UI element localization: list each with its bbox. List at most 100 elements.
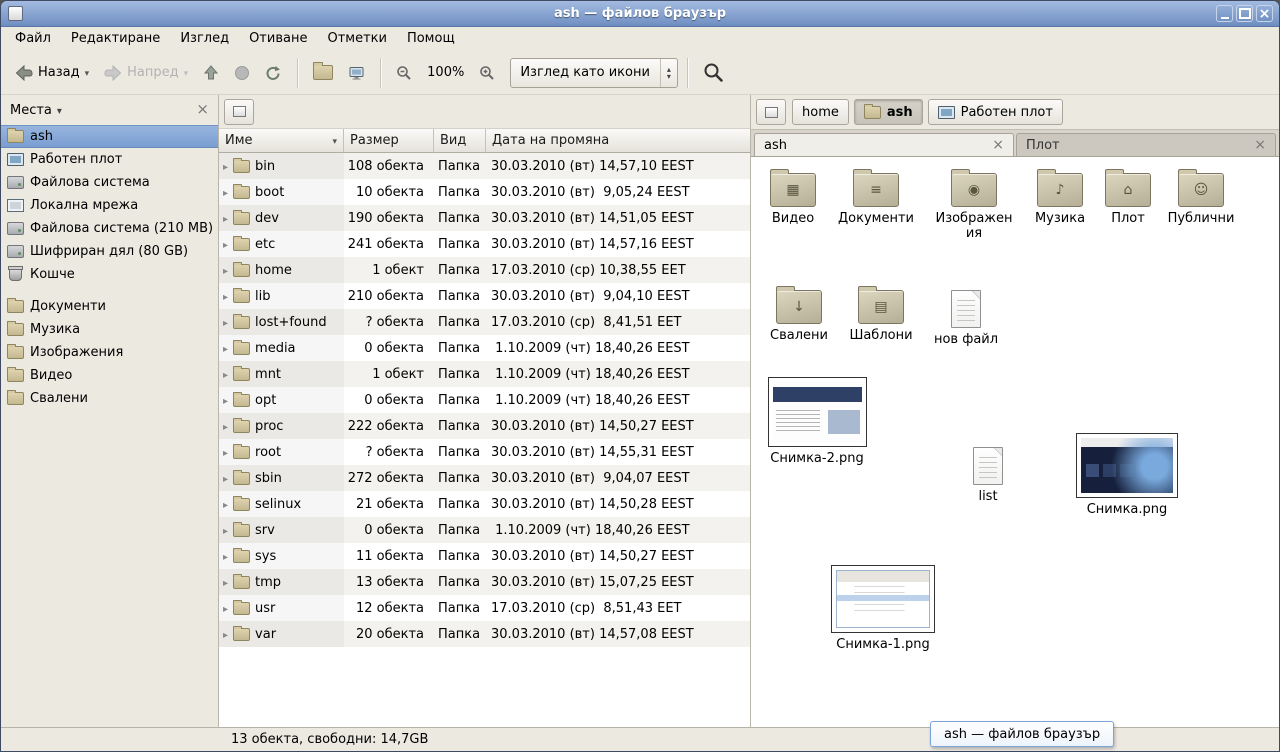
sidebar-item[interactable]: Музика xyxy=(1,318,218,341)
up-button[interactable] xyxy=(197,60,225,86)
table-row[interactable]: opt 0 обекта Папка 1.10.2009 (чт) 18,40,… xyxy=(219,387,750,413)
sidebar-item[interactable]: Локална мрежа xyxy=(1,194,218,217)
search-button[interactable] xyxy=(697,57,730,88)
sidebar-item[interactable]: Файлова система xyxy=(1,171,218,194)
icon-view-item[interactable]: ⌂ Плот xyxy=(1087,173,1169,226)
forward-button[interactable]: Напред xyxy=(98,60,194,86)
zoom-in-button[interactable] xyxy=(473,60,501,86)
sidebar-item[interactable]: Шифриран дял (80 GB) xyxy=(1,240,218,263)
reload-button[interactable] xyxy=(259,60,288,86)
table-row[interactable]: root ? обекта Папка 30.03.2010 (вт) 14,5… xyxy=(219,439,750,465)
forward-dropdown-icon[interactable] xyxy=(184,65,189,80)
table-row[interactable]: sys 11 обекта Папка 30.03.2010 (вт) 14,5… xyxy=(219,543,750,569)
table-row[interactable]: etc 241 обекта Папка 30.03.2010 (вт) 14,… xyxy=(219,231,750,257)
column-header-date[interactable]: Дата на промяна xyxy=(486,129,750,153)
tab-close-icon[interactable] xyxy=(992,138,1004,153)
expander-icon[interactable] xyxy=(223,471,228,486)
table-row[interactable]: boot 10 обекта Папка 30.03.2010 (вт) 9,0… xyxy=(219,179,750,205)
table-row[interactable]: lib 210 обекта Папка 30.03.2010 (вт) 9,0… xyxy=(219,283,750,309)
expander-icon[interactable] xyxy=(223,497,228,512)
table-row[interactable]: var 20 обекта Папка 30.03.2010 (вт) 14,5… xyxy=(219,621,750,647)
menu-item[interactable]: Изглед xyxy=(170,27,239,51)
computer-button[interactable] xyxy=(342,60,371,86)
sidebar-item[interactable]: Свалени xyxy=(1,387,218,410)
maximize-button[interactable] xyxy=(1236,5,1253,22)
path-button[interactable]: ash xyxy=(854,99,923,125)
stop-button[interactable] xyxy=(228,60,256,86)
tab-close-icon[interactable] xyxy=(1254,138,1266,153)
icon-view-item[interactable]: ▤ Шаблони xyxy=(840,290,922,343)
titlebar[interactable]: ash — файлов браузър xyxy=(1,1,1279,27)
sidebar-item[interactable]: Документи xyxy=(1,295,218,318)
pane-root-button[interactable] xyxy=(756,99,786,125)
close-button[interactable] xyxy=(1256,5,1273,22)
table-row[interactable]: selinux 21 обекта Папка 30.03.2010 (вт) … xyxy=(219,491,750,517)
icon-view-item[interactable]: ↓ Свалени xyxy=(758,290,840,343)
column-header-size[interactable]: Размер xyxy=(344,129,434,153)
tab[interactable]: Плот xyxy=(1016,133,1276,156)
menu-item[interactable]: Отметки xyxy=(317,27,396,51)
sidebar-item[interactable]: Видео xyxy=(1,364,218,387)
icon-view-item[interactable]: ☺ Публични xyxy=(1160,173,1242,226)
path-button[interactable]: home xyxy=(792,99,849,125)
icon-view-item[interactable]: ≡ Документи xyxy=(835,173,917,226)
table-row[interactable]: media 0 обекта Папка 1.10.2009 (чт) 18,4… xyxy=(219,335,750,361)
expander-icon[interactable] xyxy=(223,289,228,304)
table-row[interactable]: srv 0 обекта Папка 1.10.2009 (чт) 18,40,… xyxy=(219,517,750,543)
icon-view-item[interactable]: Снимка.png xyxy=(1071,433,1183,517)
table-row[interactable]: proc 222 обекта Папка 30.03.2010 (вт) 14… xyxy=(219,413,750,439)
expander-icon[interactable] xyxy=(223,237,228,252)
expander-icon[interactable] xyxy=(223,523,228,538)
sidebar-item[interactable]: Изображения xyxy=(1,341,218,364)
expander-icon[interactable] xyxy=(223,627,228,642)
icon-view-item[interactable]: Снимка-2.png xyxy=(763,377,871,466)
sidebar-item[interactable]: ash xyxy=(1,125,218,148)
icon-view[interactable]: ▦ Видео ≡ Документи ◉ xyxy=(751,157,1279,727)
table-row[interactable]: lost+found ? обекта Папка 17.03.2010 (ср… xyxy=(219,309,750,335)
table-row[interactable]: sbin 272 обекта Папка 30.03.2010 (вт) 9,… xyxy=(219,465,750,491)
expander-icon[interactable] xyxy=(223,549,228,564)
expander-icon[interactable] xyxy=(223,341,228,356)
menu-item[interactable]: Файл xyxy=(5,27,61,51)
expander-icon[interactable] xyxy=(223,445,228,460)
menu-item[interactable]: Отиване xyxy=(239,27,317,51)
table-row[interactable]: dev 190 обекта Папка 30.03.2010 (вт) 14,… xyxy=(219,205,750,231)
expander-icon[interactable] xyxy=(223,159,228,174)
view-mode-select[interactable]: Изглед като икони xyxy=(510,58,678,88)
icon-view-item[interactable]: Снимка-1.png xyxy=(827,565,939,652)
table-row[interactable]: bin 108 обекта Папка 30.03.2010 (вт) 14,… xyxy=(219,153,750,179)
expander-icon[interactable] xyxy=(223,393,228,408)
back-dropdown-icon[interactable] xyxy=(85,65,90,80)
path-button[interactable]: Работен плот xyxy=(928,99,1063,125)
column-header-name[interactable]: Име xyxy=(219,129,344,153)
column-header-type[interactable]: Вид xyxy=(434,129,486,153)
minimize-button[interactable] xyxy=(1216,5,1233,22)
icon-view-item[interactable]: ◉ Изображения xyxy=(933,173,1015,242)
sidebar-close-icon[interactable] xyxy=(196,102,209,118)
icon-view-item[interactable]: нов файл xyxy=(925,290,1007,347)
back-button[interactable]: Назад xyxy=(9,60,95,86)
sidebar-item[interactable]: Работен плот xyxy=(1,148,218,171)
table-row[interactable]: tmp 13 обекта Папка 30.03.2010 (вт) 15,0… xyxy=(219,569,750,595)
menu-item[interactable]: Редактиране xyxy=(61,27,170,51)
table-row[interactable]: mnt 1 обект Папка 1.10.2009 (чт) 18,40,2… xyxy=(219,361,750,387)
zoom-out-button[interactable] xyxy=(390,60,418,86)
chevron-down-icon[interactable] xyxy=(57,103,62,118)
sidebar-item[interactable]: Файлова система (210 MB) xyxy=(1,217,218,240)
taskbar-window-button[interactable]: ash — файлов браузър xyxy=(930,721,1114,747)
icon-view-item[interactable]: list xyxy=(947,447,1029,504)
home-button[interactable] xyxy=(307,60,339,85)
expander-icon[interactable] xyxy=(223,575,228,590)
expander-icon[interactable] xyxy=(223,601,228,616)
menu-item[interactable]: Помощ xyxy=(397,27,465,51)
sidebar-title[interactable]: Места xyxy=(10,103,52,118)
tab[interactable]: ash xyxy=(754,133,1014,156)
sidebar-item[interactable]: Кошче xyxy=(1,263,218,286)
expander-icon[interactable] xyxy=(223,185,228,200)
expander-icon[interactable] xyxy=(223,211,228,226)
expander-icon[interactable] xyxy=(223,263,228,278)
table-row[interactable]: home 1 обект Папка 17.03.2010 (ср) 10,38… xyxy=(219,257,750,283)
expander-icon[interactable] xyxy=(223,367,228,382)
location-toggle-button[interactable] xyxy=(224,99,254,125)
table-row[interactable]: usr 12 обекта Папка 17.03.2010 (ср) 8,51… xyxy=(219,595,750,621)
